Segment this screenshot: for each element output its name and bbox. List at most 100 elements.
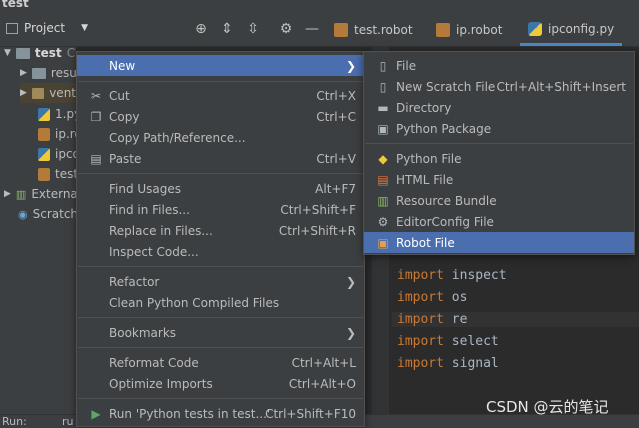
submenu-item-resource-bundle[interactable]: ▥ Resource Bundle xyxy=(364,190,634,211)
chevron-right-icon: ▶ xyxy=(20,68,27,78)
title-bar: test xyxy=(0,0,639,14)
tab-test-robot[interactable]: test.robot xyxy=(326,14,421,46)
project-label: Project xyxy=(24,21,66,35)
copy-icon: ❐ xyxy=(90,109,102,124)
gear-icon[interactable]: ⚙ xyxy=(277,20,295,38)
menu-separator xyxy=(78,317,363,318)
menu-separator xyxy=(78,347,363,348)
menu-item-find-usages[interactable]: Find Usages Alt+F7 xyxy=(77,178,364,199)
menu-item-optimize-imports[interactable]: Optimize Imports Ctrl+Alt+O xyxy=(77,373,364,394)
python-icon xyxy=(528,21,542,36)
folder-icon: ▬ xyxy=(377,100,389,115)
context-menu: New ❯ ✂ Cut Ctrl+X ❐ Copy Ctrl+C Copy Pa… xyxy=(76,51,365,427)
submenu-item-editorconfig-file[interactable]: ⚙ EditorConfig File xyxy=(364,211,634,232)
tree-item-label: resu xyxy=(50,66,77,80)
tree-item[interactable]: ipco xyxy=(38,144,80,164)
robot-icon: ▣ xyxy=(377,235,389,250)
menu-separator xyxy=(78,81,363,82)
html-icon: ▤ xyxy=(377,172,389,187)
tree-item-label: vent xyxy=(49,86,76,100)
scratch-file-icon: ▯ xyxy=(379,79,387,94)
watermark: CSDN @云的笔记 xyxy=(486,398,609,416)
tree-item[interactable]: ◉ Scratch xyxy=(18,204,78,224)
submenu-item-robot-file[interactable]: ▣ Robot File xyxy=(364,232,634,253)
python-icon xyxy=(38,147,50,161)
run-label: Run: xyxy=(2,415,27,428)
submenu-item-directory[interactable]: ▬ Directory xyxy=(364,97,634,118)
collapse-all-icon[interactable]: ⇳ xyxy=(244,20,262,38)
tree-item[interactable]: 1.py xyxy=(38,104,81,124)
python-icon: ◆ xyxy=(378,151,388,166)
library-icon: ▥ xyxy=(15,187,27,201)
gear-icon: ⚙ xyxy=(377,214,389,229)
menu-item-paste[interactable]: ▤ Paste Ctrl+V xyxy=(77,148,364,169)
code-line: import signal xyxy=(397,356,499,371)
tree-item[interactable]: ▶ ▥ Externa xyxy=(4,184,78,204)
resource-bundle-icon: ▥ xyxy=(377,193,389,208)
chevron-down-icon: ▼ xyxy=(81,23,88,33)
tree-item[interactable]: ▶ vent xyxy=(20,83,76,103)
menu-item-replace-in-files[interactable]: Replace in Files... Ctrl+Shift+R xyxy=(77,220,364,241)
paste-icon: ▤ xyxy=(90,151,102,166)
menu-item-run-tests[interactable]: ▶ Run 'Python tests in test...' Ctrl+Shi… xyxy=(77,403,364,424)
tab-label: test.robot xyxy=(354,23,413,37)
menu-item-reformat-code[interactable]: Reformat Code Ctrl+Alt+L xyxy=(77,352,364,373)
tree-item[interactable]: ▶ resu xyxy=(20,63,77,83)
expand-all-icon[interactable]: ⇕ xyxy=(218,20,236,38)
tree-item-label: test xyxy=(55,167,79,181)
tab-ip-robot[interactable]: ip.robot xyxy=(428,14,510,46)
tree-item[interactable]: test xyxy=(38,164,78,184)
locate-icon[interactable]: ⊕ xyxy=(192,20,210,38)
chevron-right-icon: ❯ xyxy=(345,325,356,340)
minimize-icon[interactable]: — xyxy=(303,20,321,38)
menu-item-new[interactable]: New ❯ xyxy=(77,55,364,76)
menu-separator xyxy=(78,266,363,267)
folder-icon xyxy=(31,87,45,99)
robot-icon xyxy=(334,23,348,37)
menu-separator xyxy=(78,173,363,174)
tree-root-path: C xyxy=(66,46,76,60)
project-tree: ▼ test C ▶ resu ▶ vent 1.py ip.ro ipco t… xyxy=(0,46,82,414)
chevron-right-icon: ▶ xyxy=(20,88,27,98)
tree-root-label: test xyxy=(34,46,62,60)
file-icon: ▯ xyxy=(379,58,387,73)
chevron-right-icon: ❯ xyxy=(345,58,356,73)
submenu-item-new-scratch-file[interactable]: ▯ New Scratch File Ctrl+Alt+Shift+Insert xyxy=(364,76,634,97)
tree-item-label: Externa xyxy=(31,187,78,201)
submenu-item-html-file[interactable]: ▤ HTML File xyxy=(364,169,634,190)
menu-item-cut[interactable]: ✂ Cut Ctrl+X xyxy=(77,85,364,106)
chevron-right-icon: ❯ xyxy=(345,274,356,289)
chevron-down-icon: ▼ xyxy=(4,48,11,58)
menu-item-refactor[interactable]: Refactor ❯ xyxy=(77,271,364,292)
code-line-current: import re xyxy=(392,312,639,327)
scissors-icon: ✂ xyxy=(90,88,102,103)
scratch-icon: ◉ xyxy=(18,207,28,221)
robot-icon xyxy=(436,23,450,37)
project-toolbar: Project ▼ ⊕ ⇕ ⇳ ⚙ — test.robot ip.robot … xyxy=(0,14,639,47)
tab-ipconfig-py[interactable]: ipconfig.py xyxy=(520,14,623,46)
chevron-right-icon: ▶ xyxy=(4,189,11,199)
submenu-item-python-package[interactable]: ▣ Python Package xyxy=(364,118,634,139)
code-line: import select xyxy=(397,334,499,349)
menu-item-inspect-code[interactable]: Inspect Code... xyxy=(77,241,364,262)
python-icon xyxy=(38,107,50,121)
project-icon xyxy=(6,22,18,34)
menu-item-find-in-files[interactable]: Find in Files... Ctrl+Shift+F xyxy=(77,199,364,220)
new-submenu: ▯ File ▯ New Scratch File Ctrl+Alt+Shift… xyxy=(363,51,635,255)
package-icon: ▣ xyxy=(377,121,389,136)
tree-root[interactable]: ▼ test C xyxy=(4,43,75,63)
tab-label: ip.robot xyxy=(456,23,503,37)
project-view-selector[interactable]: Project ▼ xyxy=(6,21,88,35)
tree-item-label: Scratch xyxy=(32,207,79,221)
code-line: import inspect xyxy=(397,268,507,283)
menu-item-copy[interactable]: ❐ Copy Ctrl+C xyxy=(77,106,364,127)
robot-icon xyxy=(38,127,50,141)
submenu-item-python-file[interactable]: ◆ Python File xyxy=(364,148,634,169)
menu-item-copy-path[interactable]: Copy Path/Reference... xyxy=(77,127,364,148)
menu-separator xyxy=(365,143,633,144)
menu-item-clean-compiled[interactable]: Clean Python Compiled Files xyxy=(77,292,364,313)
run-icon: ▶ xyxy=(91,406,101,421)
submenu-item-file[interactable]: ▯ File xyxy=(364,55,634,76)
menu-item-bookmarks[interactable]: Bookmarks ❯ xyxy=(77,322,364,343)
folder-icon xyxy=(31,67,46,79)
